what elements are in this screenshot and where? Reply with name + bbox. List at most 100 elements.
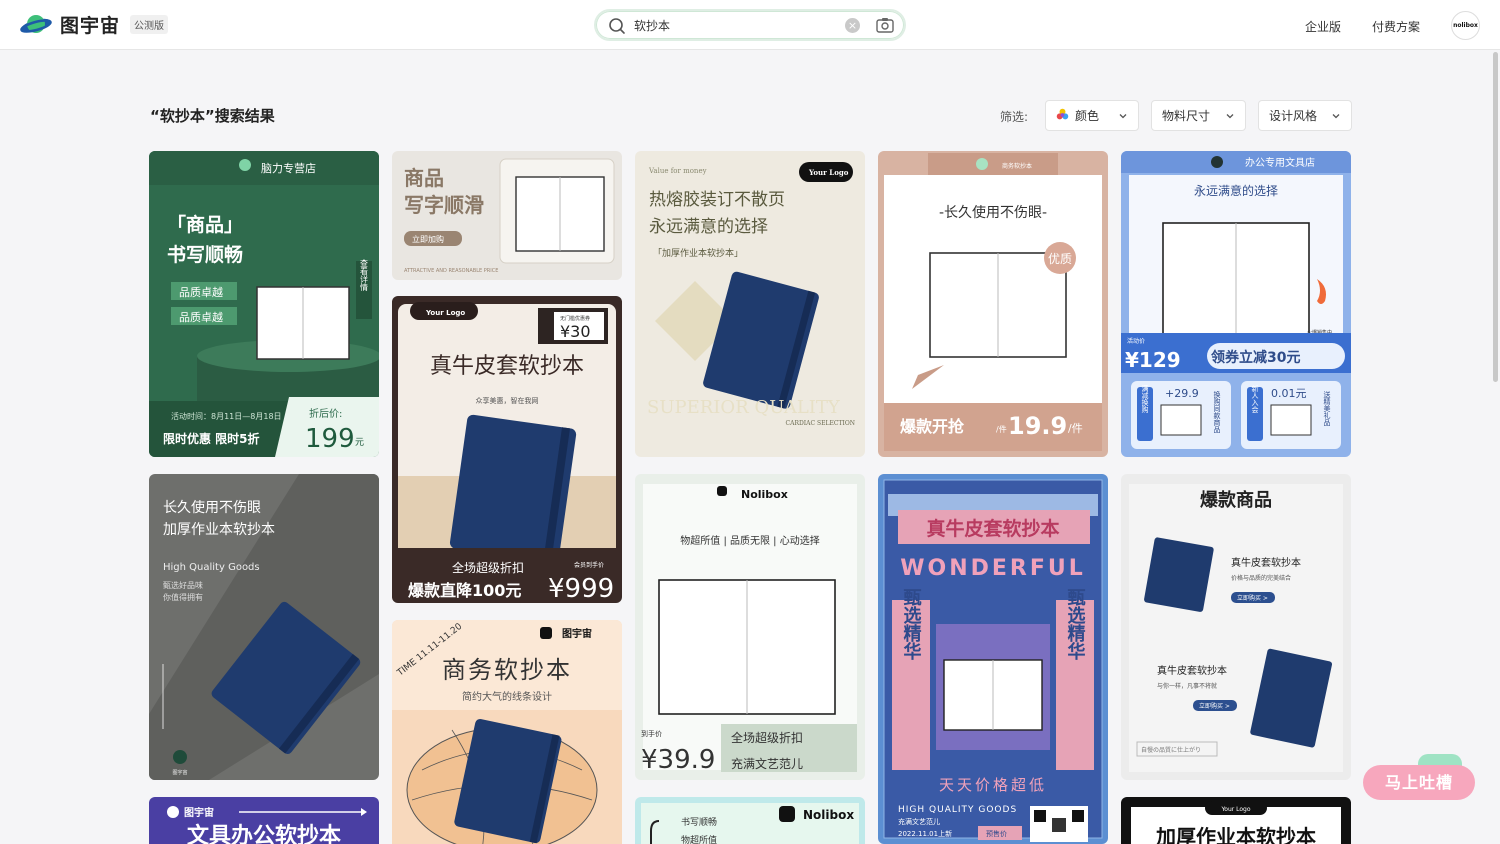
- card9-left: 甄选精华: [901, 588, 922, 661]
- card1-price-label: 折后价:: [309, 407, 342, 420]
- card10-p1s: 价格与品质的完美结合: [1231, 574, 1291, 582]
- card6-right-price: 0.01元: [1271, 387, 1307, 400]
- page-scrollbar[interactable]: [1493, 52, 1498, 382]
- card8-sub: 充满文艺范儿: [731, 756, 803, 771]
- card8-promo: 全场超级折扣: [731, 730, 803, 745]
- card11-logo: 图宇宙: [184, 806, 214, 819]
- card1-price: 199: [305, 424, 355, 454]
- card5-title: -长久使用不伤眼-: [939, 204, 1047, 221]
- template-card[interactable]: 商品 写字顺滑 立即加购 ATTRACTIVE AND REASONABLE P…: [392, 151, 622, 280]
- template-card[interactable]: Nolibox 物超所值 | 品质无限 | 心动选择 到手价 ¥39.9 全场超…: [635, 474, 865, 780]
- card10-p1: 真牛皮套软抄本: [1231, 556, 1301, 569]
- card5-unit: /件: [1068, 422, 1083, 435]
- card10-foot: 自慢の品質に仕上がり: [1141, 746, 1201, 754]
- card3-promo: 全场超级折扣: [452, 560, 524, 575]
- card13-logo: Nolibox: [803, 808, 854, 822]
- card1-tag2: 品质卓越: [179, 310, 223, 324]
- template-card[interactable]: 脑力专营店 「商品」 书写顺畅 品质卓越 品质卓越 查看详情 活动时间：8月11…: [149, 151, 379, 457]
- chevron-down-icon: [1225, 110, 1235, 124]
- filter-color-label: 颜色: [1075, 109, 1100, 123]
- card12-title: 商务软抄本: [442, 656, 572, 684]
- card7-logo: 图宇宙: [172, 769, 187, 776]
- card4-logo: Your Logo: [808, 168, 849, 177]
- card9-right: 甄选精华: [1065, 588, 1086, 661]
- card7-line1: 长久使用不伤眼: [163, 499, 261, 516]
- card1-date: 活动时间：8月11日—8月18日: [171, 411, 282, 421]
- card10-title: 爆款商品: [1200, 489, 1272, 511]
- card1-side: 查看详情: [360, 258, 369, 292]
- card6-store: 办公专用文具店: [1245, 156, 1315, 169]
- card5-badge: 优质: [1048, 252, 1072, 266]
- card4-line1: 热熔胶装订不散页: [649, 190, 785, 210]
- card8-logo: Nolibox: [741, 488, 788, 501]
- card8-price: ¥39.9: [641, 745, 715, 775]
- card5-promo: 爆款开抢: [900, 417, 965, 436]
- template-card[interactable]: 书写顺畅 物超所值 Nolibox: [635, 797, 865, 844]
- search-bar: ×: [594, 9, 906, 41]
- template-card[interactable]: 办公专用文具店 永远满意的选择 火爆销售中 活动价 ¥129 领券立减30元 满…: [1121, 151, 1351, 457]
- filter-size-label: 物料尺寸: [1162, 109, 1211, 123]
- user-avatar[interactable]: nolibox: [1451, 11, 1480, 40]
- template-card[interactable]: 商务软抄本 -长久使用不伤眼- 优质 爆款开抢 /件 19.9 /件: [878, 151, 1108, 457]
- filter-label: 筛选:: [1000, 110, 1029, 124]
- nav-pricing[interactable]: 付费方案: [1372, 18, 1420, 35]
- card9-en2: HIGH QUALITY GOODS: [898, 805, 1017, 815]
- card7-line2: 加厚作业本软抄本: [163, 522, 275, 538]
- card6-right-label: 新人入会: [1251, 384, 1259, 414]
- planet-logo-icon: [20, 12, 52, 38]
- results-title: “软抄本”搜索结果: [150, 107, 275, 125]
- template-card[interactable]: 爆款商品 真牛皮套软抄本 价格与品质的完美结合 立即购买 > 真牛皮套软抄本 与…: [1121, 474, 1351, 780]
- card8-slogan: 物超所值 | 品质无限 | 心动选择: [680, 534, 819, 547]
- nav-enterprise[interactable]: 企业版: [1305, 18, 1341, 35]
- search-input[interactable]: [634, 16, 834, 34]
- clear-search-icon[interactable]: ×: [845, 18, 860, 33]
- card1-tag1: 品质卓越: [179, 285, 223, 299]
- template-card[interactable]: TIME 11.11-11.20 图宇宙 商务软抄本 简约大气的线条设计: [392, 620, 622, 844]
- card1-line2: 书写顺畅: [167, 243, 243, 266]
- card13-l2: 物超所值: [681, 834, 717, 844]
- card1-store: 脑力专营店: [261, 161, 316, 175]
- card6-left-label: 满减换购: [1141, 384, 1149, 414]
- feedback-button[interactable]: 马上吐槽: [1363, 765, 1475, 800]
- card12-logo: 图宇宙: [562, 627, 592, 640]
- card5-per: /件: [996, 424, 1007, 434]
- card3-price-tag: 会员到手价: [574, 561, 604, 569]
- card1-unit: 元: [355, 438, 364, 448]
- card2-btn: 立即加购: [412, 234, 444, 244]
- template-card[interactable]: Value for money Your Logo 热熔胶装订不散页 永远满意的…: [635, 151, 865, 457]
- card7-sub1: 甄选好品味: [163, 580, 203, 590]
- card13-l1: 书写顺畅: [681, 816, 717, 828]
- template-card[interactable]: 真牛皮套软抄本 WONDERFUL 甄选精华 甄选精华 天天价格超低 HIGH …: [878, 474, 1108, 844]
- filter-size-dropdown[interactable]: 物料尺寸: [1151, 100, 1246, 131]
- card3-price: ¥999: [548, 574, 614, 603]
- card3-coupon: 无门槛优惠券: [560, 315, 590, 322]
- template-card[interactable]: Your Logo 加厚作业本软抄本: [1121, 797, 1351, 844]
- card11-title: 文具办公软抄本: [187, 823, 341, 844]
- template-card[interactable]: 长久使用不伤眼 加厚作业本软抄本 High Quality Goods 甄选好品…: [149, 474, 379, 780]
- search-icon[interactable]: [608, 17, 626, 39]
- chevron-down-icon: [1118, 110, 1128, 124]
- card1-line1: 「商品」: [167, 213, 243, 236]
- card3-sub: 众享美惠，智在我网: [476, 396, 539, 405]
- card4-en2: CARDIAC SELECTION: [786, 420, 855, 427]
- card12-sub: 简约大气的线条设计: [462, 690, 552, 703]
- card14-title: 加厚作业本软抄本: [1155, 825, 1316, 844]
- filter-color-dropdown[interactable]: 颜色: [1045, 100, 1139, 131]
- brand-logo[interactable]: 图宇宙 公测版: [20, 11, 169, 38]
- card6-coupon: 领券立减30元: [1211, 349, 1300, 366]
- card9-date: 2022.11.01上新: [898, 829, 952, 838]
- card9-title: 真牛皮套软抄本: [926, 517, 1059, 540]
- card2-foot: ATTRACTIVE AND REASONABLE PRICE: [404, 268, 498, 274]
- card2-line1: 商品: [404, 166, 444, 190]
- card3-coupon-price: ¥30: [560, 322, 591, 341]
- card10-btn2: 立即购买 >: [1199, 702, 1230, 710]
- card4-en: SUPERIOR QUALITY: [647, 397, 841, 418]
- top-bar: 图宇宙 公测版 × 企业版 付费方案 nolibox: [0, 0, 1500, 50]
- template-card[interactable]: Your Logo 无门槛优惠券 ¥30 真牛皮套软抄本 众享美惠，智在我网 全…: [392, 296, 622, 603]
- filter-style-dropdown[interactable]: 设计风格: [1258, 100, 1352, 131]
- template-card[interactable]: 图宇宙 文具办公软抄本: [149, 797, 379, 844]
- camera-search-icon[interactable]: [876, 17, 894, 37]
- card2-line2: 写字顺滑: [404, 193, 484, 217]
- brand-name: 图宇宙: [60, 15, 121, 37]
- card9-presale: 预售价: [986, 829, 1007, 838]
